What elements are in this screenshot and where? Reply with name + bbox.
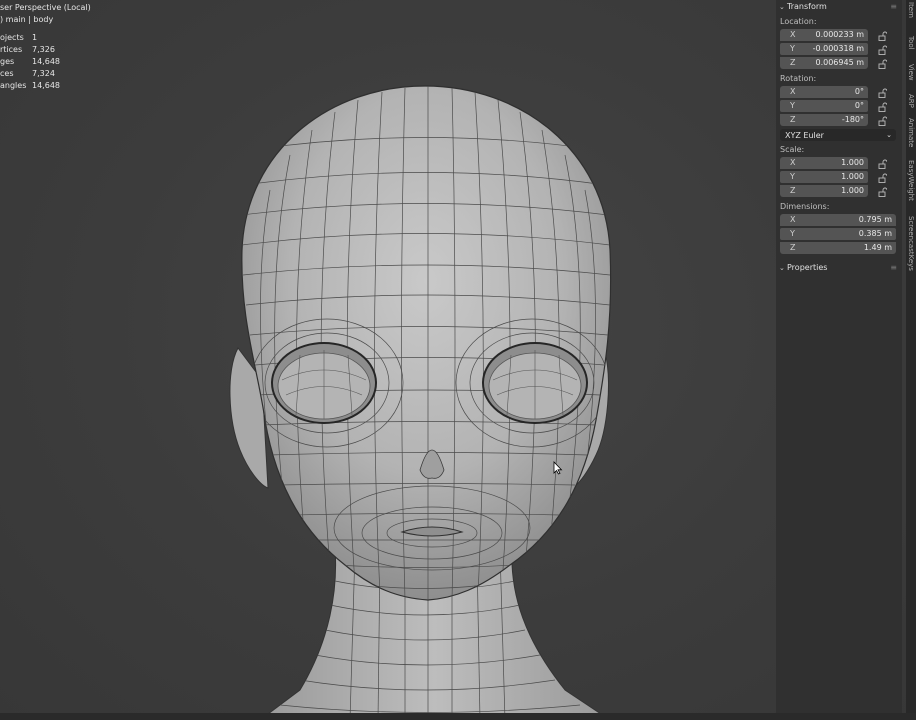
mouse-cursor-icon xyxy=(553,461,563,475)
location-label: Location: xyxy=(780,17,817,26)
unlock-icon[interactable] xyxy=(878,102,887,112)
tab-arp[interactable]: ARP xyxy=(906,94,916,108)
drag-grip-icon[interactable]: ≡ xyxy=(890,263,897,272)
dimensions-x-field[interactable]: X 0.795 m xyxy=(780,214,896,226)
rotation-mode-dropdown[interactable]: XYZ Euler ⌄ xyxy=(780,129,896,141)
chevron-down-icon: ⌄ xyxy=(779,263,785,272)
sidebar-tabs: Item Tool View ARP Animate EasyWeight Sc… xyxy=(906,0,916,720)
scale-label: Scale: xyxy=(780,145,805,154)
stat-objects: ojects 1 xyxy=(0,33,38,42)
stat-vertices: rtices 7,326 xyxy=(0,45,55,54)
unlock-icon[interactable] xyxy=(878,31,887,41)
unlock-icon[interactable] xyxy=(878,116,887,126)
drag-grip-icon[interactable]: ≡ xyxy=(890,2,897,11)
sidebar-panel: ⌄ Transform ≡ Location: X 0.000233 m Y -0.… xyxy=(776,0,902,720)
viewport-overlay: ser Perspective (Local) ) main | body oj… xyxy=(0,2,91,92)
dimensions-z-field[interactable]: Z 1.49 m xyxy=(780,242,896,254)
stat-triangles: angles 14,648 xyxy=(0,81,60,90)
tab-item[interactable]: Item xyxy=(906,2,916,18)
tab-tool[interactable]: Tool xyxy=(906,36,916,50)
scale-z-field[interactable]: Z 1.000 xyxy=(780,185,868,197)
rotation-z-field[interactable]: Z -180° xyxy=(780,114,868,126)
location-y-field[interactable]: Y -0.000318 m xyxy=(780,43,868,55)
rotation-y-field[interactable]: Y 0° xyxy=(780,100,868,112)
collection-path: ) main | body xyxy=(0,15,54,24)
view-name: ser Perspective (Local) xyxy=(0,3,91,12)
unlock-icon[interactable] xyxy=(878,187,887,197)
unlock-icon[interactable] xyxy=(878,159,887,169)
chevron-down-icon: ⌄ xyxy=(779,2,785,11)
tab-view[interactable]: View xyxy=(906,64,916,81)
stat-edges: ges 14,648 xyxy=(0,57,60,66)
tab-screencastkeys[interactable]: ScreencastKeys xyxy=(906,216,916,271)
dimensions-label: Dimensions: xyxy=(780,202,830,211)
dimensions-y-field[interactable]: Y 0.385 m xyxy=(780,228,896,240)
tab-animate[interactable]: Animate xyxy=(906,118,916,147)
unlock-icon[interactable] xyxy=(878,173,887,183)
location-z-field[interactable]: Z 0.006945 m xyxy=(780,57,868,69)
unlock-icon[interactable] xyxy=(878,88,887,98)
unlock-icon[interactable] xyxy=(878,45,887,55)
scale-x-field[interactable]: X 1.000 xyxy=(780,157,868,169)
status-bar xyxy=(0,713,916,720)
chevron-down-icon: ⌄ xyxy=(886,131,892,139)
transform-header[interactable]: ⌄ Transform ≡ xyxy=(776,0,902,13)
unlock-icon[interactable] xyxy=(878,59,887,69)
stat-faces: ces 7,324 xyxy=(0,69,55,78)
rotation-x-field[interactable]: X 0° xyxy=(780,86,868,98)
tab-easyweight[interactable]: EasyWeight xyxy=(906,160,916,201)
scale-y-field[interactable]: Y 1.000 xyxy=(780,171,868,183)
location-x-field[interactable]: X 0.000233 m xyxy=(780,29,868,41)
rotation-label: Rotation: xyxy=(780,74,817,83)
properties-header[interactable]: ⌄ Properties ≡ xyxy=(776,261,902,274)
